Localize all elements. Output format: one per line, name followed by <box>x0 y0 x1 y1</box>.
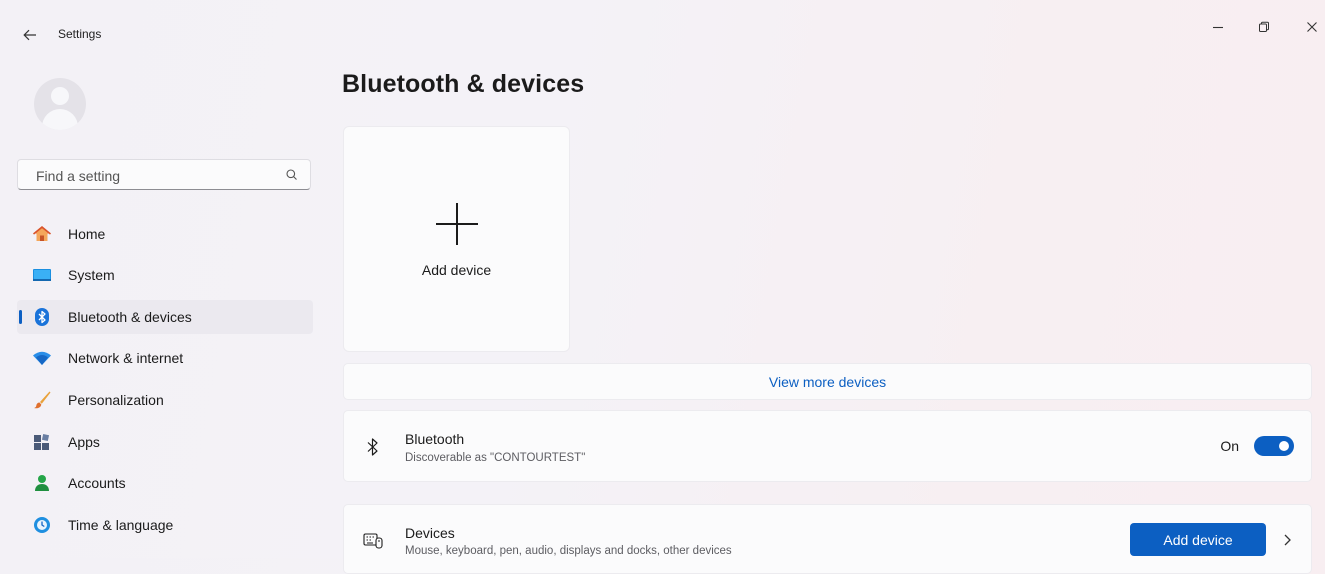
minimize-button[interactable] <box>1196 14 1240 40</box>
wifi-icon <box>32 348 52 368</box>
plus-icon <box>436 203 478 245</box>
close-icon <box>1307 22 1317 32</box>
sidebar-item-label: Time & language <box>68 517 174 533</box>
sidebar-item-system[interactable]: System <box>17 258 313 292</box>
search-box[interactable] <box>17 159 311 190</box>
brush-icon <box>32 390 52 410</box>
sidebar-item-label: Personalization <box>68 392 164 408</box>
avatar-head <box>51 87 69 105</box>
sidebar-item-apps[interactable]: Apps <box>17 425 313 459</box>
keyboard-device-icon <box>362 529 384 551</box>
bluetooth-icon <box>362 436 384 458</box>
bluetooth-state-text: On <box>1220 438 1239 454</box>
sidebar-item-network[interactable]: Network & internet <box>17 341 313 375</box>
add-device-card-label: Add device <box>421 262 492 278</box>
search-input[interactable] <box>34 166 278 186</box>
bluetooth-toggle[interactable] <box>1254 436 1294 456</box>
add-device-card[interactable]: Add device <box>343 126 570 352</box>
sidebar-item-label: Home <box>68 226 106 242</box>
devices-subtitle: Mouse, keyboard, pen, audio, displays an… <box>405 545 732 557</box>
sidebar-item-label: Network & internet <box>68 350 184 366</box>
sidebar-item-label: Accounts <box>68 475 126 491</box>
bluetooth-icon <box>32 307 52 327</box>
sidebar-item-label: System <box>68 267 115 283</box>
minimize-icon <box>1213 26 1223 29</box>
restore-button[interactable] <box>1242 14 1286 40</box>
devices-row[interactable]: Devices Mouse, keyboard, pen, audio, dis… <box>343 504 1312 574</box>
bluetooth-title: Bluetooth <box>405 431 465 447</box>
sidebar-item-home[interactable]: Home <box>17 217 313 251</box>
back-arrow-icon <box>23 29 36 41</box>
view-more-devices-link[interactable]: View more devices <box>343 363 1312 400</box>
sidebar-item-label: Apps <box>68 434 100 450</box>
bluetooth-toggle-group: On <box>1220 436 1294 456</box>
chevron-right-icon[interactable] <box>1280 531 1294 549</box>
close-button[interactable] <box>1290 14 1325 40</box>
person-icon <box>32 473 52 493</box>
active-indicator <box>19 310 22 324</box>
back-button[interactable] <box>18 24 42 46</box>
sidebar-item-personalization[interactable]: Personalization <box>17 383 313 417</box>
sidebar-item-accounts[interactable]: Accounts <box>17 466 313 500</box>
sidebar-item-label: Bluetooth & devices <box>68 309 192 325</box>
avatar-body <box>42 109 78 130</box>
app-title: Settings <box>58 27 102 41</box>
home-icon <box>32 224 52 244</box>
sidebar-item-bluetooth-devices[interactable]: Bluetooth & devices <box>17 300 313 334</box>
toggle-knob <box>1279 441 1289 451</box>
search-icon[interactable] <box>285 168 299 182</box>
add-device-button[interactable]: Add device <box>1130 523 1266 556</box>
system-icon <box>32 265 52 285</box>
apps-icon <box>32 432 52 452</box>
bluetooth-subtitle: Discoverable as "CONTOURTEST" <box>405 452 586 464</box>
globe-clock-icon <box>32 515 52 535</box>
bluetooth-row: Bluetooth Discoverable as "CONTOURTEST" … <box>343 410 1312 482</box>
restore-icon <box>1259 21 1269 32</box>
page-title: Bluetooth & devices <box>342 70 585 98</box>
sidebar-item-time-language[interactable]: Time & language <box>17 508 313 542</box>
user-avatar[interactable] <box>34 78 86 130</box>
devices-title: Devices <box>405 525 455 541</box>
